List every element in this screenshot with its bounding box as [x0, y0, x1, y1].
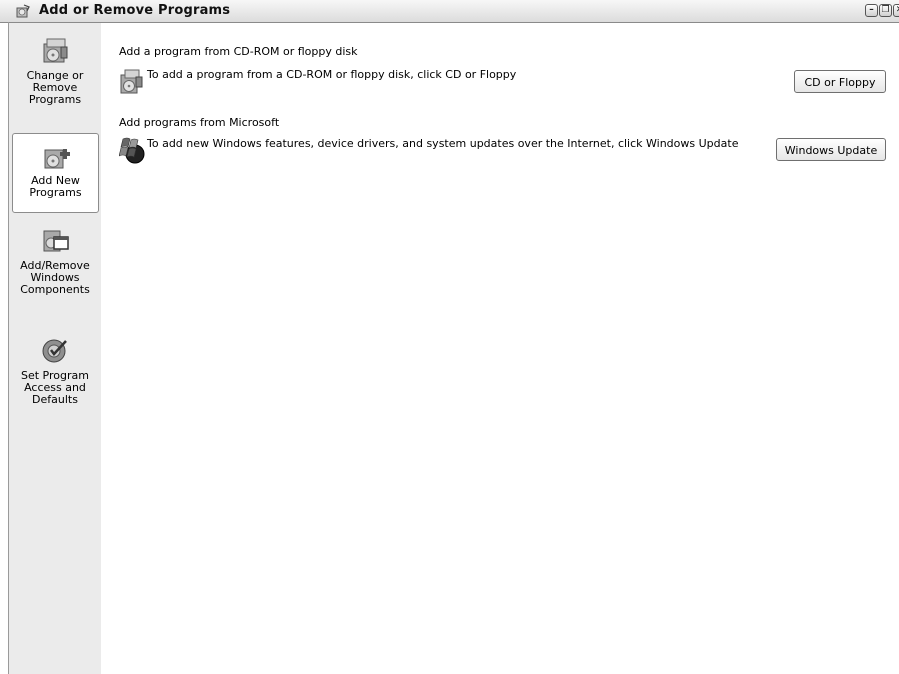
restore-button[interactable]: ❐ — [879, 4, 892, 17]
section-title-cd: Add a program from CD-ROM or floppy disk — [119, 45, 358, 58]
sidebar-item-label: Change or Remove Programs — [26, 69, 84, 106]
cd-or-floppy-button[interactable]: CD or Floppy — [794, 70, 886, 93]
add-programs-icon — [44, 149, 70, 169]
cd-install-icon — [120, 69, 143, 94]
windows-update-button[interactable]: Windows Update — [776, 138, 886, 161]
program-defaults-icon — [42, 339, 67, 363]
sidebar-item-set-defaults[interactable]: Set Program Access and Defaults — [12, 335, 98, 406]
sidebar: Change or Remove Programs Add New Progra… — [9, 23, 101, 674]
sidebar-item-label: Add New Programs — [29, 174, 82, 199]
sidebar-item-add-new[interactable]: Add New Programs — [12, 133, 99, 213]
programs-box-icon — [43, 38, 68, 63]
windows-components-icon — [43, 230, 69, 252]
app-icon — [16, 4, 30, 18]
sidebar-item-change-remove[interactable]: Change or Remove Programs — [12, 35, 98, 106]
section-description-cd: To add a program from a CD-ROM or floppy… — [147, 68, 517, 81]
main-content: Add a program from CD-ROM or floppy disk… — [101, 23, 899, 674]
window-title: Add or Remove Programs — [39, 3, 231, 18]
windows-update-icon — [119, 137, 145, 164]
minimize-button[interactable]: – — [865, 4, 878, 17]
section-title-microsoft: Add programs from Microsoft — [119, 116, 280, 129]
add-remove-programs-window: Add or Remove Programs – ❐ ✕ Change or R… — [0, 0, 899, 674]
sidebar-item-label: Add/Remove Windows Components — [20, 259, 90, 296]
close-button[interactable]: ✕ — [893, 4, 899, 17]
section-description-microsoft: To add new Windows features, device driv… — [147, 137, 739, 150]
sidebar-item-label: Set Program Access and Defaults — [21, 369, 89, 406]
title-bar[interactable]: Add or Remove Programs – ❐ ✕ — [0, 0, 899, 23]
sidebar-item-windows-components[interactable]: Add/Remove Windows Components — [12, 225, 98, 296]
